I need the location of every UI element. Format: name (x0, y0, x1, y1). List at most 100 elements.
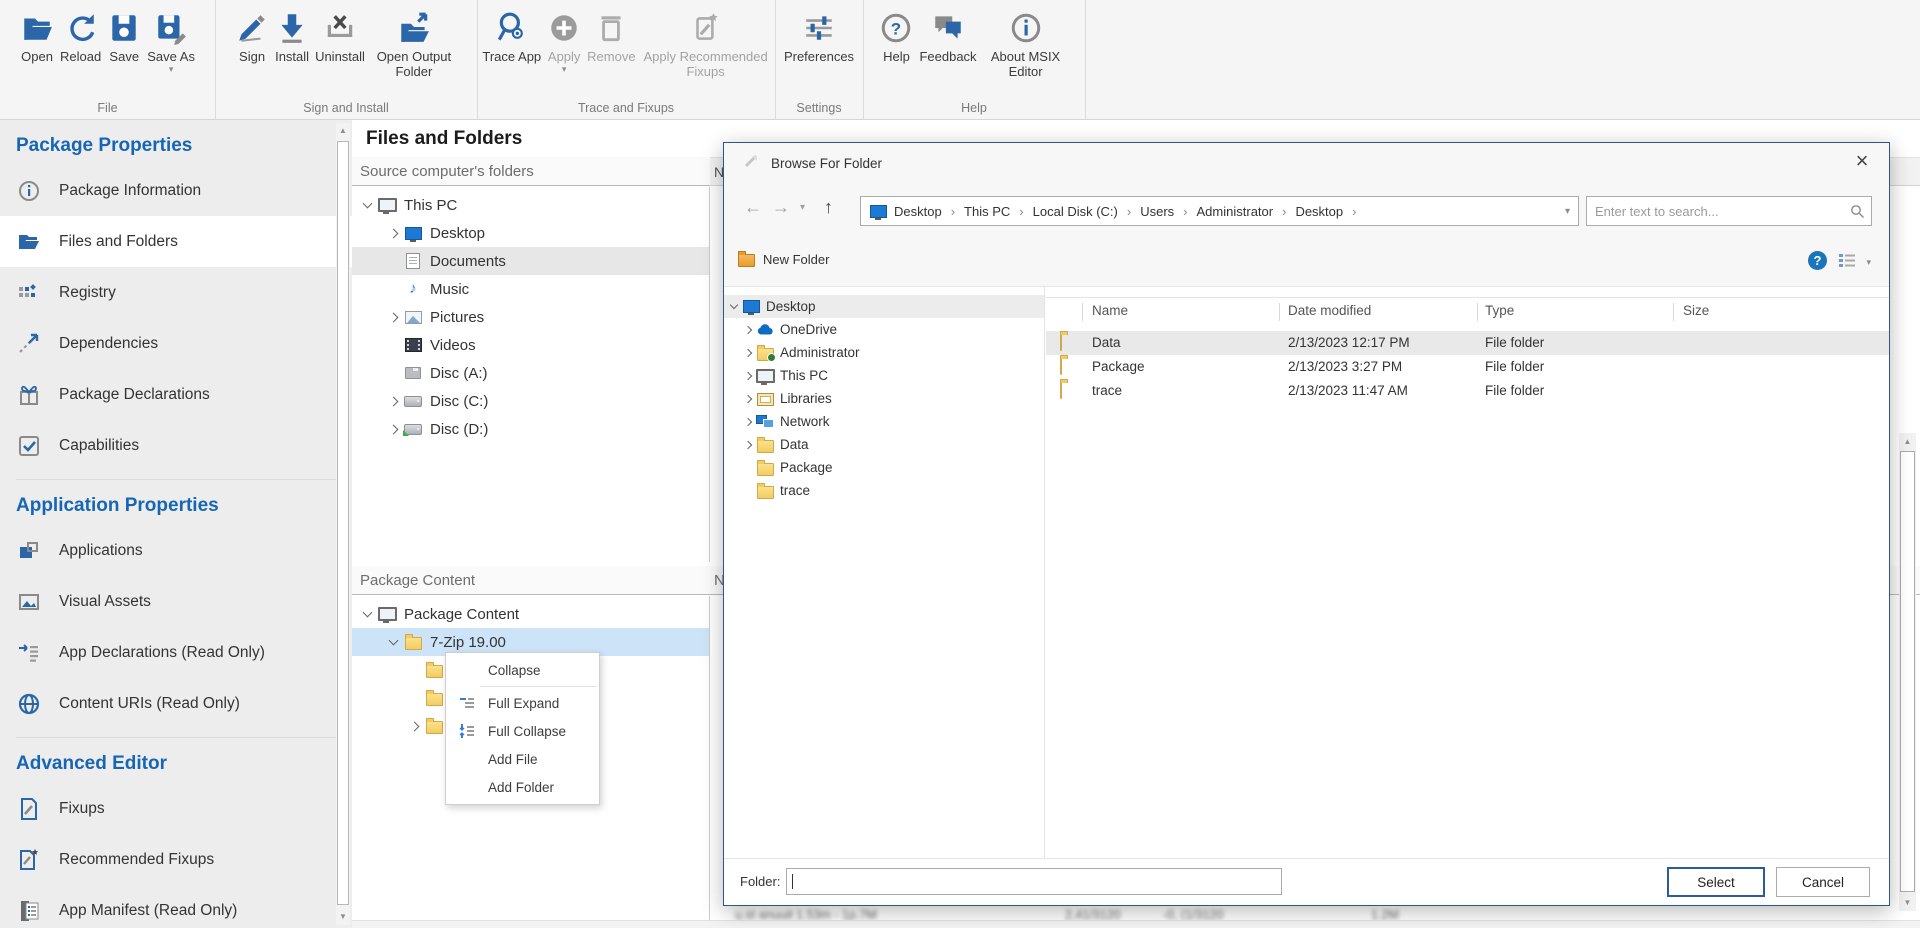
tree-item-this-pc[interactable]: This PC (352, 191, 709, 219)
chevron-right-icon[interactable] (384, 314, 402, 321)
chevron-down-icon[interactable] (358, 203, 376, 207)
dialog-tree-item-desktop[interactable]: Desktop (724, 295, 1044, 318)
tree-item-package-content[interactable]: Package Content (352, 600, 709, 628)
scroll-up-icon[interactable]: ▲ (1899, 433, 1916, 450)
dialog-tree-item-trace[interactable]: trace (724, 479, 1044, 502)
back-icon[interactable]: ← (744, 197, 762, 218)
breadcrumb-item-desktop[interactable]: Desktop (894, 204, 942, 219)
dialog-titlebar[interactable]: Browse For Folder × (724, 143, 1889, 183)
chevron-right-icon[interactable] (384, 398, 402, 405)
breadcrumb-item-local-disk-c[interactable]: Local Disk (C:) (1033, 204, 1118, 219)
tree-item-videos[interactable]: Videos (352, 331, 709, 359)
sidebar-item-package-information[interactable]: Package Information (0, 165, 352, 216)
scroll-down-icon[interactable]: ▼ (1899, 894, 1916, 911)
dialog-tree-item-data[interactable]: Data (724, 433, 1044, 456)
chevron-right-icon[interactable] (384, 230, 402, 237)
chevron-right-icon[interactable] (405, 723, 423, 730)
search-input[interactable] (1587, 197, 1871, 225)
file-row-package[interactable]: Package 2/13/2023 3:27 PM File folder (1046, 355, 1889, 379)
breadcrumb-dropdown-icon[interactable]: ▾ (1565, 206, 1570, 217)
sidebar-scrollbar[interactable]: ▲ ▼ (336, 123, 350, 925)
help-button[interactable]: ? Help (876, 7, 916, 64)
new-folder-button[interactable]: New Folder (738, 251, 829, 267)
open-output-folder-button[interactable]: Open Output Folder (368, 7, 460, 79)
chevron-right-icon[interactable] (384, 426, 402, 433)
dialog-tree-item-onedrive[interactable]: OneDrive (724, 318, 1044, 341)
view-mode-dropdown-icon[interactable]: ▾ (1866, 257, 1871, 268)
dialog-tree-item-administrator[interactable]: Administrator (724, 341, 1044, 364)
sidebar-item-visual-assets[interactable]: Visual Assets (0, 576, 352, 627)
chevron-right-icon[interactable] (741, 396, 755, 402)
about-msix-editor-button[interactable]: About MSIX Editor (980, 7, 1072, 79)
breadcrumb-item-this-pc[interactable]: This PC (964, 204, 1010, 219)
cancel-button[interactable]: Cancel (1776, 867, 1870, 897)
chevron-right-icon[interactable] (741, 419, 755, 425)
column-header-name[interactable]: Name (1092, 303, 1128, 318)
chevron-right-icon[interactable] (741, 350, 755, 356)
folder-input[interactable] (786, 868, 1282, 895)
scroll-down-icon[interactable]: ▼ (336, 909, 350, 925)
close-icon[interactable]: × (1849, 148, 1875, 174)
chevron-right-icon[interactable] (741, 373, 755, 379)
menu-item-full-collapse[interactable]: Full Collapse (446, 717, 599, 745)
scroll-up-icon[interactable]: ▲ (336, 123, 350, 139)
file-row-data[interactable]: Data 2/13/2023 12:17 PM File folder (1046, 331, 1889, 355)
preferences-button[interactable]: Preferences (781, 7, 857, 64)
column-header-type[interactable]: Type (1485, 303, 1514, 318)
sidebar-item-recommended-fixups[interactable]: Recommended Fixups (0, 834, 352, 885)
view-mode-icon[interactable] (1839, 253, 1855, 272)
chevron-down-icon[interactable] (384, 640, 402, 644)
file-row-trace[interactable]: trace 2/13/2023 11:47 AM File folder (1046, 379, 1889, 403)
dialog-tree-item-libraries[interactable]: Libraries (724, 387, 1044, 410)
column-header-size[interactable]: Size (1683, 303, 1709, 318)
install-button[interactable]: Install (272, 7, 312, 64)
menu-item-add-file[interactable]: Add File (446, 745, 599, 773)
menu-item-add-folder[interactable]: Add Folder (446, 773, 599, 801)
chevron-down-icon[interactable] (358, 612, 376, 616)
remove-button[interactable]: Remove (584, 7, 638, 64)
tree-item-music[interactable]: ♪ Music (352, 275, 709, 303)
column-header-date-modified[interactable]: Date modified (1288, 303, 1371, 318)
select-button[interactable]: Select (1667, 867, 1765, 897)
sidebar-item-applications[interactable]: Applications (0, 525, 352, 576)
history-chevron-icon[interactable]: ▾ (800, 202, 805, 213)
feedback-button[interactable]: Feedback (916, 7, 979, 64)
up-icon[interactable]: ↑ (824, 197, 833, 218)
forward-icon[interactable]: → (772, 197, 790, 218)
trace-app-button[interactable]: Trace App (479, 7, 544, 64)
save-button[interactable]: Save (104, 7, 144, 64)
sidebar-item-package-declarations[interactable]: Package Declarations (0, 369, 352, 420)
chevron-right-icon[interactable] (741, 327, 755, 333)
chevron-right-icon[interactable] (741, 442, 755, 448)
uninstall-button[interactable]: Uninstall (312, 7, 368, 64)
main-scrollbar[interactable]: ▲ ▼ (1899, 433, 1916, 911)
dialog-tree-item-this-pc[interactable]: This PC (724, 364, 1044, 387)
scrollbar-thumb[interactable] (337, 141, 349, 905)
tree-item-pictures[interactable]: Pictures (352, 303, 709, 331)
sidebar-item-registry[interactable]: Registry (0, 267, 352, 318)
apply-recommended-fixups-button[interactable]: Apply Recommended Fixups (639, 7, 773, 79)
tree-item-desktop[interactable]: Desktop (352, 219, 709, 247)
tree-item-disc-c[interactable]: Disc (C:) (352, 387, 709, 415)
menu-item-collapse[interactable]: Collapse (446, 656, 599, 684)
tree-item-disc-d[interactable]: Disc (D:) (352, 415, 709, 443)
reload-button[interactable]: Reload (57, 7, 104, 64)
sidebar-item-app-manifest[interactable]: App Manifest (Read Only) (0, 885, 352, 928)
tree-item-disc-a[interactable]: Disc (A:) (352, 359, 709, 387)
scrollbar-thumb[interactable] (1900, 451, 1915, 892)
breadcrumb-item-users[interactable]: Users (1140, 204, 1174, 219)
save-as-button[interactable]: Save As ▾ (144, 7, 198, 73)
dialog-tree-item-network[interactable]: Network (724, 410, 1044, 433)
breadcrumb-item-desktop-2[interactable]: Desktop (1295, 204, 1343, 219)
sidebar-item-app-declarations[interactable]: App Declarations (Read Only) (0, 627, 352, 678)
sidebar-item-dependencies[interactable]: Dependencies (0, 318, 352, 369)
sidebar-item-fixups[interactable]: Fixups (0, 783, 352, 834)
sidebar-item-capabilities[interactable]: Capabilities (0, 420, 352, 471)
tree-item-documents[interactable]: Documents (352, 247, 709, 275)
sign-button[interactable]: Sign (232, 7, 272, 64)
breadcrumb[interactable]: Desktop› This PC› Local Disk (C:)› Users… (860, 196, 1579, 226)
help-icon[interactable]: ? (1808, 251, 1827, 270)
sidebar-item-files-and-folders[interactable]: Files and Folders (0, 216, 352, 267)
search-icon[interactable] (1850, 204, 1865, 224)
sidebar-item-content-uris[interactable]: Content URIs (Read Only) (0, 678, 352, 729)
